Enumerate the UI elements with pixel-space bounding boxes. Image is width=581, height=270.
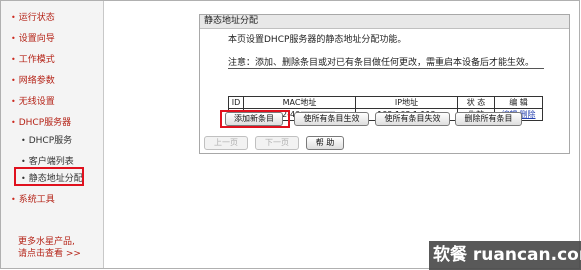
- sidebar-item-label: 系统工具: [18, 195, 55, 205]
- delete-all-button[interactable]: 删除所有条目: [455, 112, 522, 126]
- bullet-icon: •: [21, 157, 26, 166]
- bullet-icon: •: [11, 13, 16, 22]
- next-page-button[interactable]: 下一页: [255, 136, 299, 150]
- header-edit: 编 辑: [494, 96, 543, 109]
- disable-all-button[interactable]: 使所有条目失效: [375, 112, 450, 126]
- sidebar-item-network[interactable]: • 网络参数: [11, 75, 55, 87]
- more-products-line2: 请点击查看 >>: [18, 249, 81, 259]
- sidebar-item-dhcp-service[interactable]: • DHCP服务: [21, 135, 72, 147]
- static-address-panel: 静态地址分配 本页设置DHCP服务器的静态地址分配功能。 注意：添加、删除条目或…: [199, 14, 570, 154]
- sidebar: • 运行状态 • 设置向导 • 工作模式 • 网络参数 • 无线设置 • DHCP服务器 •…: [1, 1, 104, 268]
- intro-text: 本页设置DHCP服务器的静态地址分配功能。: [228, 35, 407, 45]
- sidebar-item-label: 客户端列表: [28, 157, 74, 167]
- sidebar-item-status[interactable]: • 运行状态: [11, 12, 55, 24]
- sidebar-item-label: DHCP服务: [28, 136, 73, 146]
- sidebar-item-label: 工作模式: [18, 55, 55, 65]
- sidebar-item-work-mode[interactable]: • 工作模式: [11, 54, 55, 66]
- sidebar-item-system-tools[interactable]: • 系统工具: [11, 194, 55, 206]
- sidebar-item-wizard[interactable]: • 设置向导: [11, 33, 55, 45]
- sidebar-item-label: 运行状态: [18, 13, 55, 23]
- panel-title: 静态地址分配: [200, 15, 569, 29]
- bullet-icon: •: [11, 34, 16, 43]
- header-mac: MAC地址: [243, 96, 356, 109]
- table-header-row: ID MAC地址 IP地址 状 态 编 辑: [228, 96, 543, 109]
- sidebar-item-label: 网络参数: [18, 76, 55, 86]
- sidebar-item-label: 设置向导: [18, 34, 55, 44]
- help-button[interactable]: 帮 助: [306, 136, 344, 150]
- watermark-text: 软餐 ruancan.com: [433, 245, 581, 265]
- sidebar-item-wireless[interactable]: • 无线设置: [11, 96, 55, 108]
- bullet-icon: •: [11, 76, 16, 85]
- panel-content: 本页设置DHCP服务器的静态地址分配功能。 注意：添加、删除条目或对已有条目做任…: [228, 34, 546, 152]
- highlight-box-add-entry: [220, 110, 290, 128]
- enable-all-button[interactable]: 使所有条目生效: [294, 112, 369, 126]
- more-products-line1: 更多水星产品,: [18, 237, 75, 247]
- bullet-icon: •: [11, 97, 16, 106]
- sidebar-item-label: DHCP服务器: [18, 118, 72, 128]
- header-id: ID: [228, 96, 244, 109]
- prev-page-button[interactable]: 上一页: [204, 136, 248, 150]
- note-text: 注意：添加、删除条目或对已有条目做任何更改，需重启本设备后才能生效。: [228, 58, 535, 68]
- highlight-box-static-address: [14, 167, 84, 186]
- bullet-icon: •: [11, 195, 16, 204]
- sidebar-item-dhcp-server[interactable]: • DHCP服务器: [11, 117, 71, 129]
- bullet-icon: •: [11, 55, 16, 64]
- header-ip: IP地址: [355, 96, 458, 109]
- bullet-icon: •: [11, 118, 16, 127]
- sidebar-item-label: 无线设置: [18, 97, 55, 107]
- bullet-icon: •: [21, 136, 26, 145]
- more-products-link[interactable]: 更多水星产品, 请点击查看 >>: [18, 236, 81, 260]
- header-status: 状 态: [457, 96, 495, 109]
